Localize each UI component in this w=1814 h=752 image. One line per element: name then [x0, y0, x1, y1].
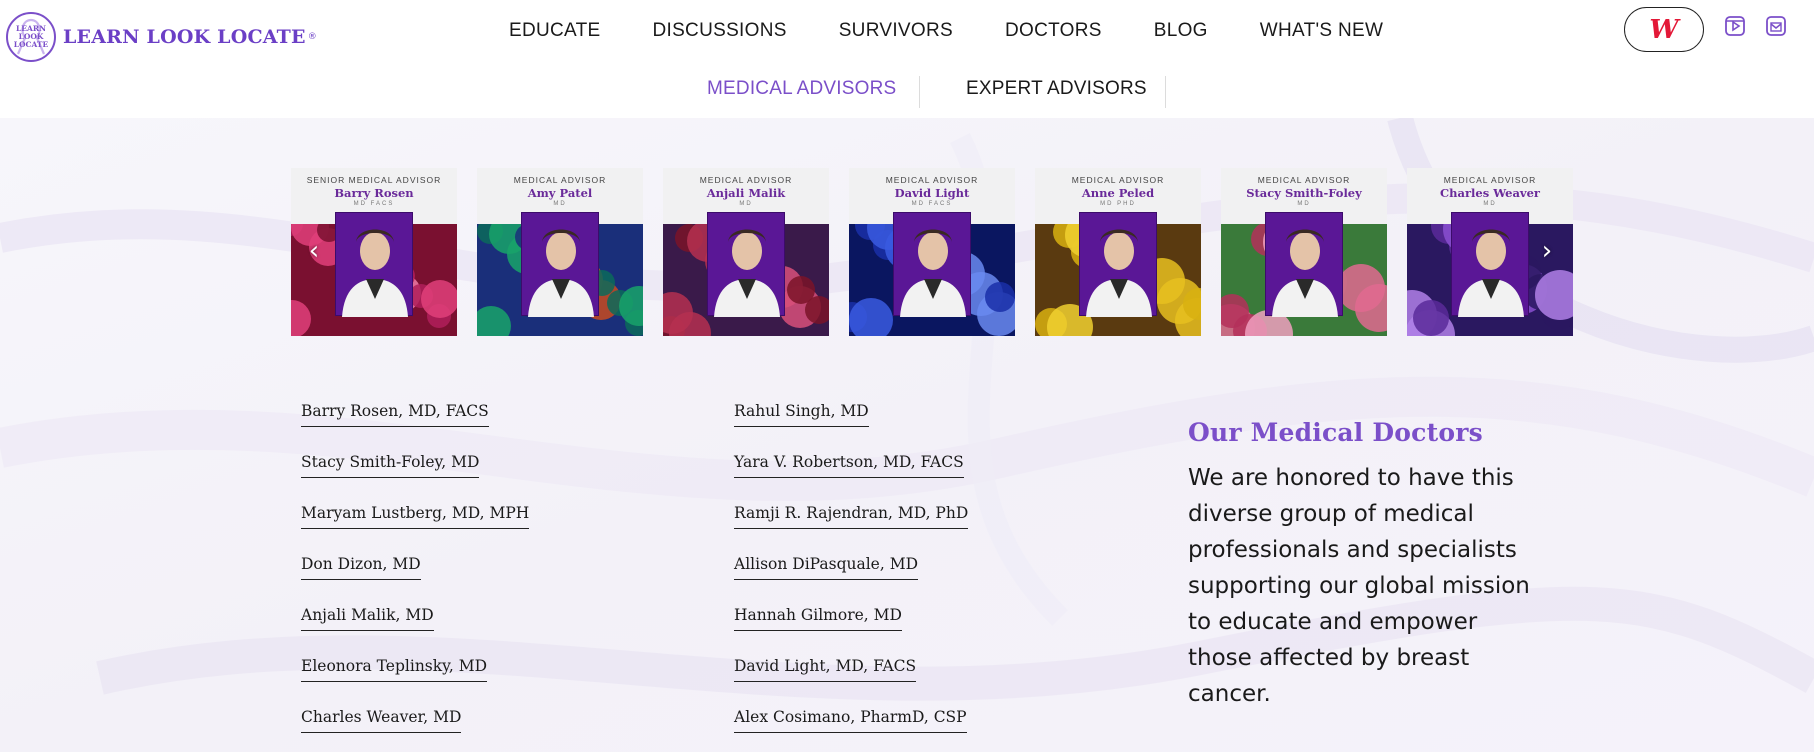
- advisor-card[interactable]: MEDICAL ADVISOR Stacy Smith-Foley MD: [1221, 168, 1387, 336]
- tab-expert-advisors[interactable]: EXPERT ADVISORS: [966, 78, 1147, 100]
- nav-blog[interactable]: BLOG: [1154, 20, 1208, 42]
- advisor-name: Anjali Malik: [706, 186, 786, 200]
- carousel-next-button[interactable]: ›: [1537, 236, 1557, 266]
- doctor-link[interactable]: Yara V. Robertson, MD, FACS: [734, 453, 964, 478]
- doctor-link[interactable]: David Light, MD, FACS: [734, 657, 917, 682]
- nav-doctors[interactable]: DOCTORS: [1005, 20, 1102, 42]
- advisor-name: David Light: [894, 186, 970, 200]
- advisor-card[interactable]: MEDICAL ADVISOR David Light MD FACS: [849, 168, 1015, 336]
- advisor-portrait: [1451, 212, 1529, 317]
- partner-w-button[interactable]: W: [1624, 7, 1704, 52]
- advisor-credentials: MD PHD: [1100, 201, 1136, 207]
- person-silhouette-icon: [900, 229, 966, 317]
- advisor-role: MEDICAL ADVISOR: [513, 175, 607, 185]
- advisor-card[interactable]: MEDICAL ADVISOR Amy Patel MD: [477, 168, 643, 336]
- doctor-link[interactable]: Alex Cosimano, PharmD, CSP: [734, 708, 967, 733]
- site-header: LEARN LOOK LOCATE LEARN LOOK LOCATE ® ED…: [0, 0, 1814, 118]
- section-title: Our Medical Doctors: [1188, 418, 1483, 447]
- site-logo[interactable]: LEARN LOOK LOCATE LEARN LOOK LOCATE ®: [6, 12, 317, 62]
- advisor-portrait: [1265, 212, 1343, 317]
- doctor-link[interactable]: Ramji R. Rajendran, MD, PhD: [734, 504, 969, 529]
- advisor-role: MEDICAL ADVISOR: [885, 175, 979, 185]
- advisor-name: Barry Rosen: [334, 186, 414, 200]
- doctor-link[interactable]: Eleonora Teplinsky, MD: [301, 657, 487, 682]
- section-description: We are honored to have this diverse grou…: [1188, 465, 1530, 707]
- advisor-credentials: MD FACS: [911, 201, 953, 207]
- advisor-portrait: [893, 212, 971, 317]
- advisor-portrait: [1079, 212, 1157, 317]
- advisor-credentials: MD: [553, 201, 567, 207]
- sub-nav: MEDICAL ADVISORS EXPERT ADVISORS: [0, 70, 1814, 110]
- advisor-name: Amy Patel: [527, 186, 593, 200]
- advisor-credentials: MD FACS: [353, 201, 395, 207]
- doctor-link[interactable]: Charles Weaver, MD: [301, 708, 462, 733]
- person-silhouette-icon: [1272, 229, 1338, 317]
- advisor-credentials: MD: [739, 201, 753, 207]
- person-silhouette-icon: [342, 229, 408, 317]
- person-silhouette-icon: [714, 229, 780, 317]
- advisor-name: Stacy Smith-Foley: [1246, 186, 1362, 200]
- doctor-link[interactable]: Stacy Smith-Foley, MD: [301, 453, 480, 478]
- advisor-portrait: [707, 212, 785, 317]
- advisor-role: MEDICAL ADVISOR: [699, 175, 793, 185]
- doctor-link[interactable]: Anjali Malik, MD: [301, 606, 434, 631]
- advisor-portrait: [335, 212, 413, 317]
- doctor-link[interactable]: Maryam Lustberg, MD, MPH: [301, 504, 530, 529]
- advisor-role: MEDICAL ADVISOR: [1257, 175, 1351, 185]
- mail-icon[interactable]: [1765, 15, 1787, 37]
- advisor-role: MEDICAL ADVISOR: [1443, 175, 1537, 185]
- advisor-name: Charles Weaver: [1440, 186, 1540, 200]
- person-silhouette-icon: [528, 229, 594, 317]
- carousel-prev-button[interactable]: ‹: [304, 236, 324, 266]
- nav-whats-new[interactable]: WHAT'S NEW: [1260, 20, 1383, 42]
- person-silhouette-icon: [1086, 229, 1152, 317]
- advisor-portrait: [521, 212, 599, 317]
- main-nav: EDUCATE DISCUSSIONS SURVIVORS DOCTORS BL…: [509, 20, 1383, 42]
- person-silhouette-icon: [1458, 229, 1524, 317]
- advisor-credentials: MD: [1483, 201, 1497, 207]
- doctor-link[interactable]: Rahul Singh, MD: [734, 402, 869, 427]
- registered-mark: ®: [307, 32, 317, 42]
- advisor-credentials: MD: [1297, 201, 1311, 207]
- logo-mark: LEARN LOOK LOCATE: [6, 12, 56, 62]
- doctor-link[interactable]: Allison DiPasquale, MD: [734, 555, 919, 580]
- advisor-card[interactable]: MEDICAL ADVISOR Anjali Malik MD: [663, 168, 829, 336]
- subnav-divider: [1165, 76, 1166, 108]
- nav-survivors[interactable]: SURVIVORS: [839, 20, 953, 42]
- advisor-role: SENIOR MEDICAL ADVISOR: [306, 175, 442, 185]
- tab-medical-advisors[interactable]: MEDICAL ADVISORS: [707, 78, 896, 100]
- subnav-divider: [919, 76, 920, 108]
- intro-section: Our Medical Doctors We are honored to ha…: [1188, 418, 1548, 712]
- doctor-link[interactable]: Barry Rosen, MD, FACS: [301, 402, 489, 427]
- logo-wordmark: LEARN LOOK LOCATE: [63, 26, 306, 48]
- advisor-name: Anne Peled: [1081, 186, 1155, 200]
- advisor-carousel: SENIOR MEDICAL ADVISOR Barry Rosen MD FA…: [291, 168, 1573, 336]
- advisor-role: MEDICAL ADVISOR: [1071, 175, 1165, 185]
- logo-mark-text: LEARN LOOK LOCATE: [13, 24, 49, 49]
- advisor-card[interactable]: MEDICAL ADVISOR Anne Peled MD PHD: [1035, 168, 1201, 336]
- doctor-link[interactable]: Don Dizon, MD: [301, 555, 421, 580]
- doctor-link[interactable]: Hannah Gilmore, MD: [734, 606, 902, 631]
- nav-educate[interactable]: EDUCATE: [509, 20, 600, 42]
- nav-discussions[interactable]: DISCUSSIONS: [652, 20, 786, 42]
- video-icon[interactable]: [1724, 15, 1746, 37]
